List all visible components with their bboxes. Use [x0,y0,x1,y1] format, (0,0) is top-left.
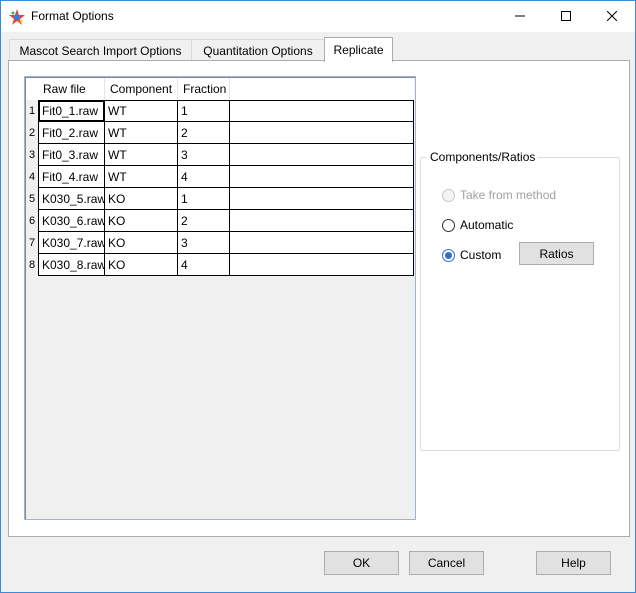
column-header-component[interactable]: Component [105,78,178,100]
automatic-radio[interactable]: Automatic [442,217,513,233]
component-cell[interactable]: KO [105,232,178,254]
filler-cell [230,210,414,232]
table-row[interactable]: 8 K030_8.raw KO 4 [26,254,414,276]
radio-circle [442,188,455,202]
component-cell[interactable]: KO [105,210,178,232]
component-cell[interactable]: WT [105,166,178,188]
components-ratios-title: Components/Ratios [427,150,539,164]
table-row[interactable]: 7 K030_7.raw KO 3 [26,232,414,254]
filler-cell [230,188,414,210]
minimize-button[interactable] [497,1,543,31]
ok-button[interactable]: OK [324,551,399,575]
raw-file-cell[interactable]: K030_6.raw [38,210,106,232]
ratios-button[interactable]: Ratios [519,242,594,265]
format-options-window: Format Options Mascot Search Import Opti… [0,0,636,593]
maximize-button[interactable] [543,1,589,31]
radio-circle [442,218,455,232]
custom-label: Custom [460,248,502,262]
filler-cell [230,254,414,276]
filler-cell [230,122,414,144]
radio-circle [442,248,455,262]
column-header-raw-file[interactable]: Raw file [38,78,105,100]
row-header-corner [26,78,38,100]
fraction-cell[interactable]: 3 [178,232,230,254]
table-row[interactable]: 3 Fit0_3.raw WT 3 [26,144,414,166]
close-icon [607,11,617,21]
minimize-icon [515,15,525,17]
replicate-tab-page: Raw file Component Fraction 1 Fit0_1.raw… [8,60,630,537]
take-from-method-label: Take from method [460,188,557,202]
maximize-icon [561,11,571,21]
table-row[interactable]: 1 Fit0_1.raw WT 1 [26,100,414,122]
filler-cell [230,232,414,254]
raw-file-cell[interactable]: K030_5.raw [38,188,106,210]
fraction-cell[interactable]: 2 [178,210,230,232]
window-title: Format Options [31,9,114,23]
tab-mascot-search-import-options[interactable]: Mascot Search Import Options [9,39,192,61]
fraction-cell[interactable]: 4 [178,166,230,188]
raw-file-cell[interactable]: K030_7.raw [38,232,106,254]
tab-replicate[interactable]: Replicate [324,37,393,62]
component-cell[interactable]: WT [105,144,178,166]
fraction-cell[interactable]: 1 [178,100,230,122]
table-row[interactable]: 2 Fit0_2.raw WT 2 [26,122,414,144]
tab-quantitation-options[interactable]: Quantitation Options [191,39,325,61]
fraction-cell[interactable]: 1 [178,188,230,210]
fraction-cell[interactable]: 3 [178,144,230,166]
take-from-method-radio[interactable]: Take from method [442,187,556,203]
custom-radio[interactable]: Custom [442,247,501,263]
grid-header: Raw file Component Fraction [26,78,414,100]
row-number[interactable]: 3 [26,144,38,166]
filler-cell [230,100,414,122]
filler-cell [230,166,414,188]
row-number[interactable]: 8 [26,254,38,276]
cancel-button[interactable]: Cancel [409,551,484,575]
help-button[interactable]: Help [536,551,611,575]
row-number[interactable]: 2 [26,122,38,144]
column-header-filler [230,78,414,100]
replicate-grid-panel: Raw file Component Fraction 1 Fit0_1.raw… [24,76,416,520]
automatic-label: Automatic [460,218,514,232]
row-number[interactable]: 1 [26,100,38,122]
table-row[interactable]: 6 K030_6.raw KO 2 [26,210,414,232]
raw-file-cell[interactable]: Fit0_2.raw [38,122,105,144]
row-number[interactable]: 5 [26,188,38,210]
component-cell[interactable]: KO [105,254,178,276]
raw-file-cell[interactable]: K030_8.raw [38,254,106,276]
title-bar[interactable]: Format Options [1,1,635,32]
close-button[interactable] [589,1,635,31]
row-number[interactable]: 6 [26,210,38,232]
table-row[interactable]: 5 K030_5.raw KO 1 [26,188,414,210]
replicate-grid[interactable]: Raw file Component Fraction 1 Fit0_1.raw… [25,77,415,519]
fraction-cell[interactable]: 2 [178,122,230,144]
raw-file-cell[interactable]: Fit0_3.raw [38,144,105,166]
component-cell[interactable]: KO [105,188,178,210]
table-row[interactable]: 4 Fit0_4.raw WT 4 [26,166,414,188]
raw-file-cell[interactable]: Fit0_1.raw [38,100,105,122]
row-number[interactable]: 4 [26,166,38,188]
raw-file-cell[interactable]: Fit0_4.raw [38,166,105,188]
fraction-cell[interactable]: 4 [178,254,230,276]
row-number[interactable]: 7 [26,232,38,254]
filler-cell [230,144,414,166]
component-cell[interactable]: WT [105,122,178,144]
app-logo-icon [9,9,25,25]
column-header-fraction[interactable]: Fraction [178,78,230,100]
component-cell[interactable]: WT [105,100,178,122]
